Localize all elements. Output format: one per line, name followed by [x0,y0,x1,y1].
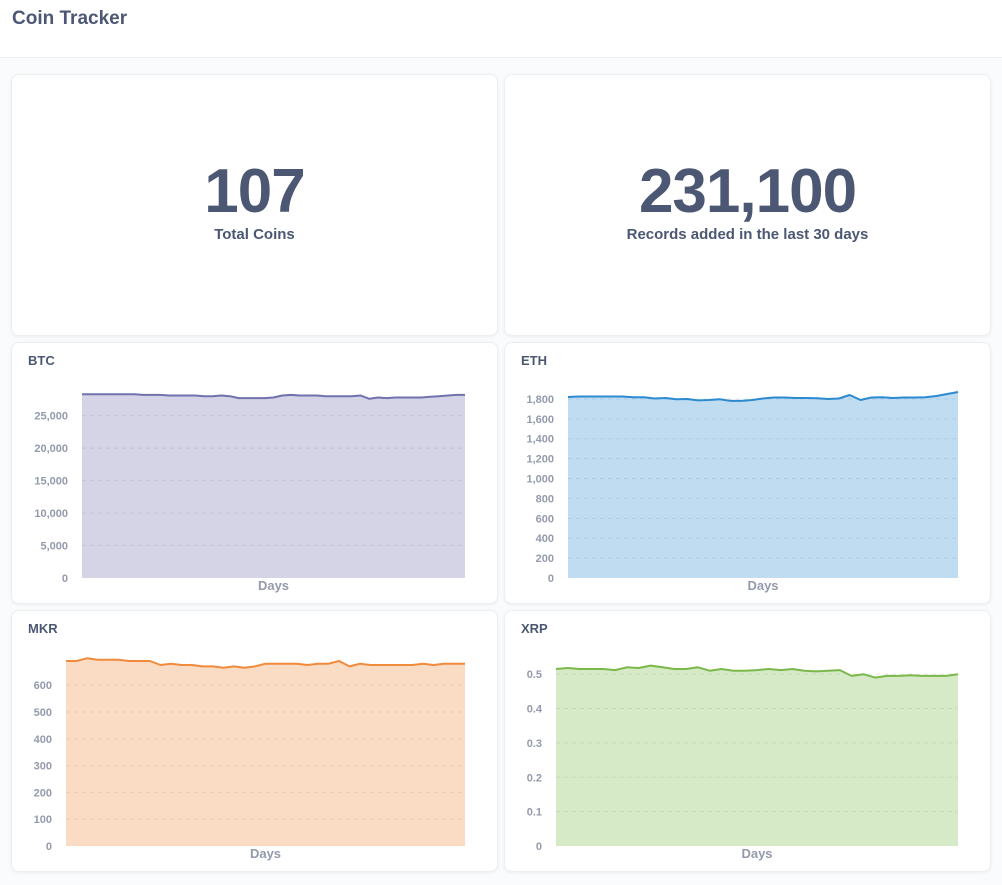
eth-y-tick-label: 0 [548,573,554,585]
xrp-y-tick-label: 0.4 [527,704,543,716]
mkr-chart-card[interactable]: MKR 0 100 200 300 400 500 600 Days [11,610,498,872]
xrp-chart-card[interactable]: XRP 0 0.1 0.2 0.3 0.4 0.5 Days [504,610,991,872]
xrp-y-tick-label: 0.2 [527,772,542,784]
mkr-y-tick-label: 300 [34,761,52,773]
xrp-chart: 0 0.1 0.2 0.3 0.4 0.5 Days [527,664,959,861]
mkr-area [66,658,465,846]
xrp-y-tick-label: 0.3 [527,738,542,750]
eth-y-tick-label: 1,600 [526,414,554,426]
mkr-y-tick-label: 400 [34,734,52,746]
btc-y-tick-label: 15,000 [34,476,68,488]
btc-y-tick-label: 20,000 [34,443,68,455]
btc-y-tick-label: 5,000 [40,541,68,553]
xrp-y-tick-label: 0.5 [527,669,542,681]
dashboard-title: Coin Tracker [12,8,128,29]
btc-y-tick-label: 0 [62,573,68,585]
eth-x-axis-label: Days [747,578,778,593]
xrp-x-axis-label: Days [741,846,772,861]
xrp-y-tick-label: 0.1 [527,807,542,819]
records-added-label: Records added in the last 30 days [626,226,869,243]
btc-y-tick-label: 10,000 [34,508,68,520]
xrp-area [556,665,958,846]
total-coins-card[interactable]: 107 Total Coins [11,74,498,336]
btc-chart-card[interactable]: BTC 0 5,000 10,000 15,000 20,000 25,000 Days [11,342,498,604]
mkr-y-tick-label: 0 [46,841,52,853]
btc-area [82,394,465,578]
eth-y-tick-label: 200 [536,553,554,565]
eth-y-tick-label: 1,200 [526,454,554,466]
btc-y-tick-label: 25,000 [34,411,68,423]
xrp-y-tick-label: 0 [536,841,542,853]
mkr-y-tick-label: 200 [34,787,52,799]
mkr-chart: 0 100 200 300 400 500 600 Days [34,657,465,861]
total-coins-value: 107 [204,157,305,226]
eth-chart: 0 200 400 600 800 1,000 1,200 1,400 1,600 1,800 Da… [526,391,959,593]
mkr-y-tick-label: 100 [34,814,52,826]
records-added-value: 231,100 [638,157,857,226]
eth-chart-card[interactable]: ETH 0 200 400 600 800 1,000 1,200 1,400 1,600 1,8… [504,342,991,604]
mkr-x-axis-label: Days [250,846,281,861]
btc-chart: 0 5,000 10,000 15,000 20,000 25,000 Days [34,393,465,593]
eth-y-tick-label: 1,000 [526,474,554,486]
eth-y-tick-label: 400 [536,533,554,545]
total-coins-label: Total Coins [214,226,295,243]
app-header: Coin Tracker [0,0,1002,58]
eth-y-tick-label: 1,400 [526,434,554,446]
eth-y-tick-label: 800 [536,493,554,505]
eth-y-tick-label: 600 [536,513,554,525]
eth-area [568,392,958,578]
records-added-card[interactable]: 231,100 Records added in the last 30 day… [504,74,991,336]
btc-x-axis-label: Days [258,578,289,593]
eth-y-tick-label: 1,800 [526,394,554,406]
mkr-y-tick-label: 600 [34,680,52,692]
mkr-y-tick-label: 500 [34,707,52,719]
